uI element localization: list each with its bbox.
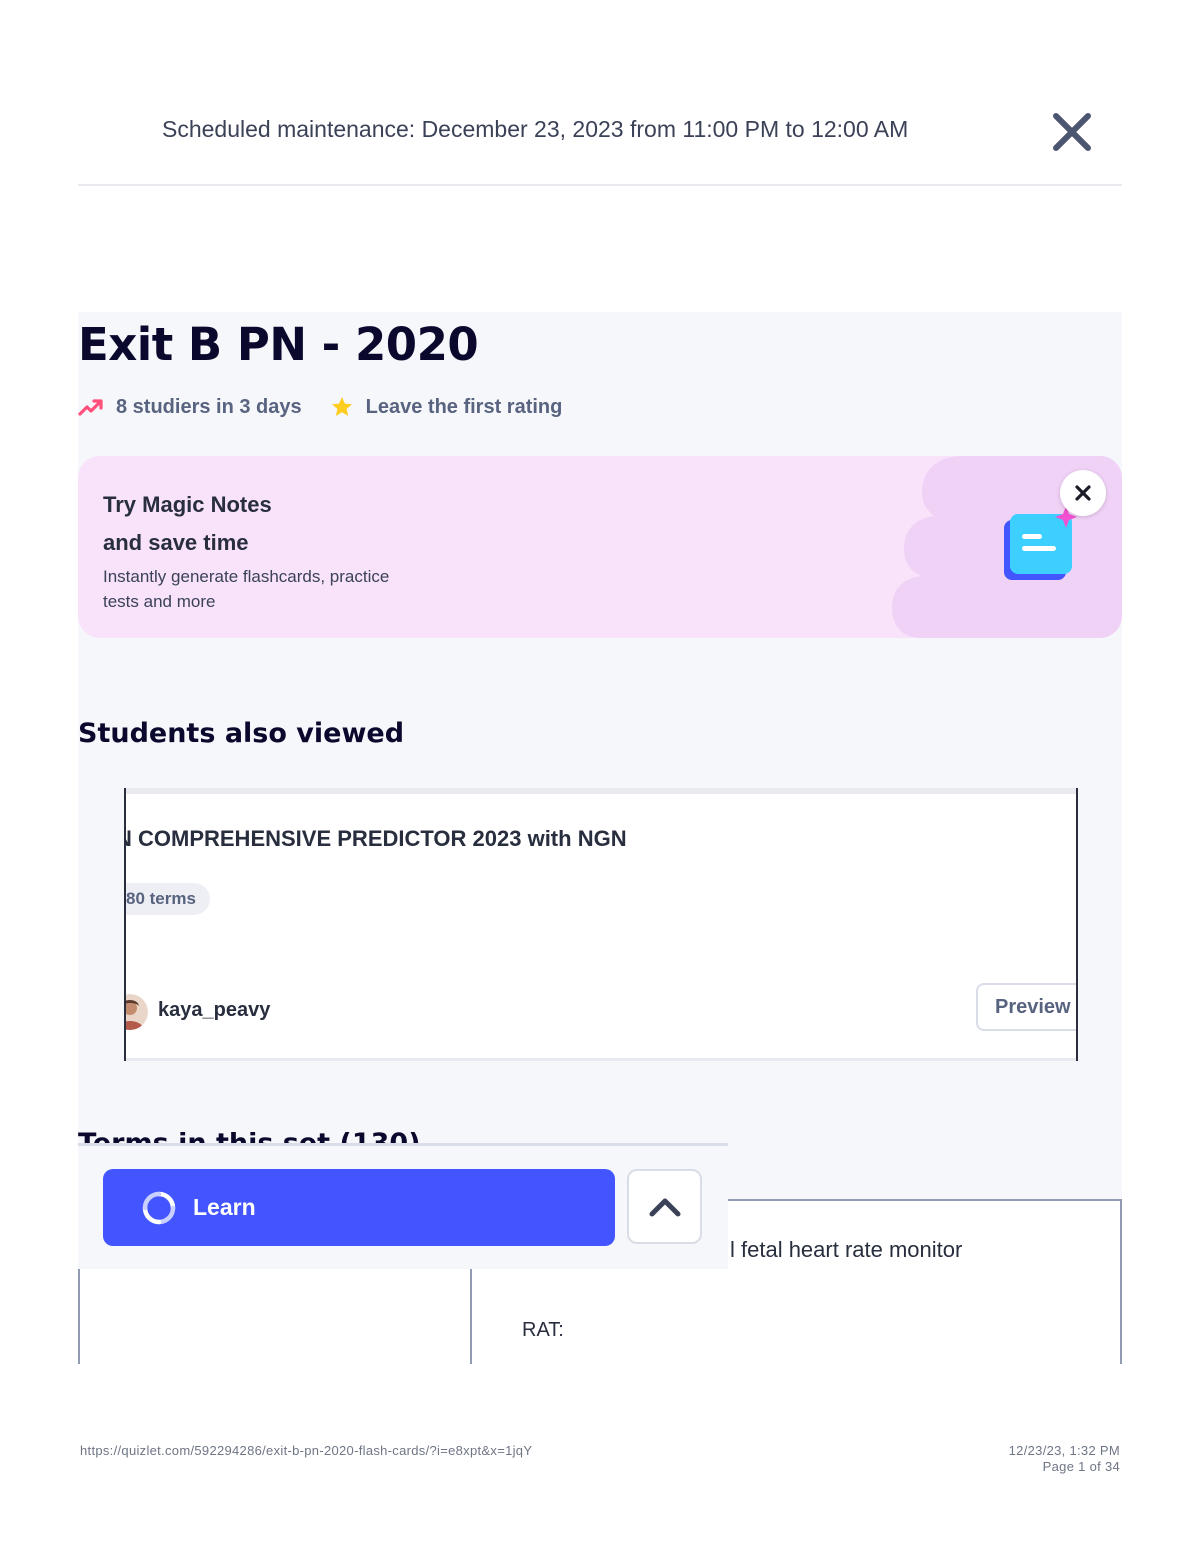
students-also-viewed-heading: Students also viewed [78,718,405,749]
related-set-title[interactable]: N COMPREHENSIVE PREDICTOR 2023 with NGN [126,826,627,852]
trending-up-icon [78,399,103,416]
studiers-count: 8 studiers in 3 days [116,395,302,418]
promo-title: Try Magic Notes and save time [103,486,272,562]
learn-button[interactable]: Learn [103,1169,615,1246]
creator-username[interactable]: kaya_peavy [158,999,270,1022]
footer-datetime: 12/23/23, 1:32 PM [1008,1443,1120,1458]
promo-subtitle: Instantly generate flashcards, practice … [103,567,390,611]
definition-text: l fetal heart rate monitor [730,1237,963,1262]
sticky-study-bar: Learn [78,1143,728,1269]
avatar [126,994,148,1030]
learn-label: Learn [193,1194,256,1220]
related-set-card[interactable]: N COMPREHENSIVE PREDICTOR 2023 with NGN … [124,788,1078,1061]
maintenance-banner-text: Scheduled maintenance: December 23, 2023… [162,116,909,142]
preview-button[interactable]: Preview [976,983,1076,1031]
magic-notes-promo: Try Magic Notes and save time Instantly … [78,456,1122,638]
promo-title-line2: and save time [103,530,249,555]
card-bottom-border [126,1058,1076,1061]
close-x-icon [1053,113,1091,151]
chevron-up-icon [649,1198,680,1216]
expand-up-button[interactable] [627,1169,702,1244]
close-x-icon [1075,485,1091,501]
footer-page-number: Page 1 of 34 [1042,1459,1120,1474]
learn-cycle-icon [142,1191,176,1224]
footer-url: https://quizlet.com/592294286/exit-b-pn-… [80,1443,533,1458]
banner-divider [78,184,1122,186]
magic-notes-icon [1004,506,1077,580]
page-title: Exit B PN - 2020 [78,318,479,371]
rating-link[interactable]: Leave the first rating [366,396,563,419]
maintenance-close-button[interactable] [1050,110,1094,154]
terms-count-badge: 80 terms [126,883,210,915]
sticky-bar-border [78,1143,728,1146]
set-stats: 8 studiers in 3 days Leave the first rat… [78,393,562,421]
rationale-label: RAT: [522,1319,564,1341]
promo-close-button[interactable] [1060,470,1106,516]
star-icon [331,397,352,416]
promo-title-line1: Try Magic Notes [103,492,272,517]
card-top-border [126,788,1076,794]
